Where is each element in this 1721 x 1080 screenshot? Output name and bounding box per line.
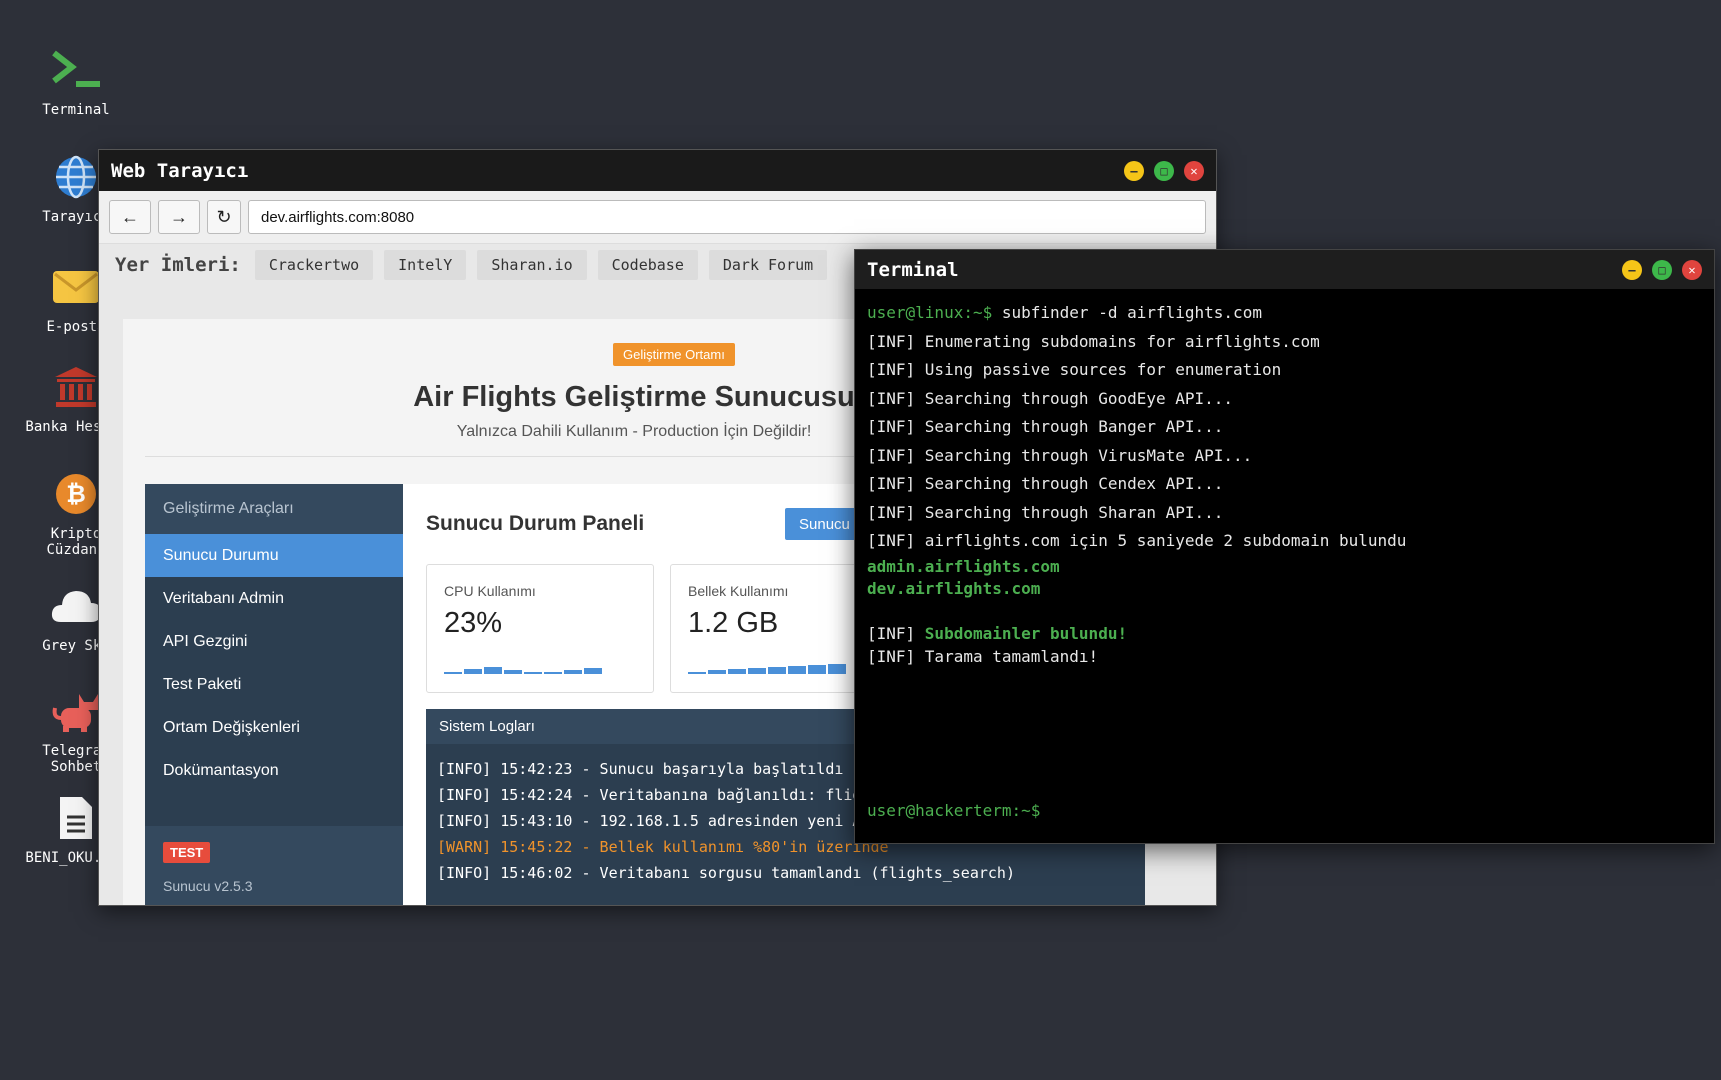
sidebar-item-test-suite[interactable]: Test Paketi [145,663,403,706]
terminal-output[interactable]: user@linux:~$ subfinder -d airflights.co… [855,289,1714,678]
sidebar-item-docs[interactable]: Dokümantasyon [145,749,403,792]
output-line: [INF] Using passive sources for enumerat… [867,360,1282,379]
url-input[interactable]: dev.airflights.com:8080 [248,200,1206,234]
env-badge: Geliştirme Ortamı [613,343,735,366]
window-title: Terminal [867,258,959,281]
output-line: [INF] Searching through VirusMate API... [867,445,1253,465]
cpu-sparkline [444,658,609,674]
output-line: [INF] Searching through Banger API... [867,417,1224,436]
window-title: Web Tarayıcı [111,159,249,182]
subdomain-line: dev.airflights.com [867,579,1041,598]
sidebar-footer: TEST Sunucu v2.5.3 [145,826,403,905]
browser-navbar: ← → ↻ dev.airflights.com:8080 [99,191,1216,244]
card-title: Bellek Kullanımı [688,583,789,599]
back-button[interactable]: ← [109,200,151,234]
desktop-icon-label: Terminal [42,102,110,118]
sidebar-item-env-vars[interactable]: Ortam Değişkenleri [145,706,403,749]
terminal-icon [21,44,131,96]
terminal-titlebar[interactable]: Terminal – □ ✕ [855,250,1714,289]
forward-button[interactable]: → [158,200,200,234]
sidebar-item-db-admin[interactable]: Veritabanı Admin [145,577,403,620]
minimize-button[interactable]: – [1622,259,1642,280]
svg-text:₿: ₿ [66,480,86,508]
sidebar-heading: Geliştirme Araçları [145,484,403,534]
close-button[interactable]: ✕ [1682,259,1702,280]
card-value: 1.2 GB [688,607,779,639]
bookmark-dark-forum[interactable]: Dark Forum [708,250,828,280]
sidebar: Geliştirme Araçları Sunucu Durumu Verita… [145,484,403,905]
output-line: [INF] Enumerating subdomains for airflig… [867,331,1320,351]
output-line: [INF] Searching through Cendex API... [867,474,1224,493]
memory-sparkline [688,658,853,674]
terminal-input-prompt[interactable]: user@hackerterm:~$ [867,801,1040,820]
cpu-card: CPU Kullanımı 23% [426,564,654,693]
desktop-icon-terminal[interactable]: Terminal [21,44,131,118]
server-button[interactable]: Sunucu [785,508,865,540]
output-prefix: [INF] [867,624,925,643]
close-button[interactable]: ✕ [1184,160,1204,181]
output-line: [INF] Searching through GoodEye API... [867,388,1234,408]
sidebar-item-api-explorer[interactable]: API Gezgini [145,620,403,663]
bookmark-intely[interactable]: IntelY [384,250,467,280]
terminal-command: subfinder -d airflights.com [992,303,1262,322]
bookmark-codebase[interactable]: Codebase [597,250,698,280]
browser-titlebar[interactable]: Web Tarayıcı – □ ✕ [99,150,1216,191]
server-version: Sunucu v2.5.3 [163,878,253,894]
test-badge: TEST [163,842,211,863]
card-title: CPU Kullanımı [444,583,536,599]
terminal-window[interactable]: Terminal – □ ✕ user@linux:~$ subfinder -… [854,249,1715,844]
output-line: [INF] Tarama tamamlandı! [867,646,1099,666]
terminal-prompt: user@linux:~$ [867,303,993,322]
log-line: [INFO] 15:46:02 - Veritabanı sorgusu tam… [437,864,1015,882]
bookmark-crackertwo[interactable]: Crackertwo [254,250,374,280]
card-value: 23% [444,607,503,639]
maximize-button[interactable]: □ [1154,160,1174,181]
maximize-button[interactable]: □ [1652,259,1672,280]
found-message: Subdomainler bulundu! [924,624,1128,643]
bookmarks-label: Yer İmleri: [115,254,241,276]
minimize-button[interactable]: – [1124,160,1144,181]
output-line: [INF] airflights.com için 5 saniyede 2 s… [867,531,1407,550]
subdomain-line: admin.airflights.com [867,556,1060,576]
bookmark-sharan[interactable]: Sharan.io [477,250,587,280]
sidebar-item-server-status[interactable]: Sunucu Durumu [145,534,403,577]
output-line: [INF] Searching through Sharan API... [867,502,1224,522]
reload-button[interactable]: ↻ [207,200,241,234]
panel-title: Sunucu Durum Paneli [426,512,645,535]
